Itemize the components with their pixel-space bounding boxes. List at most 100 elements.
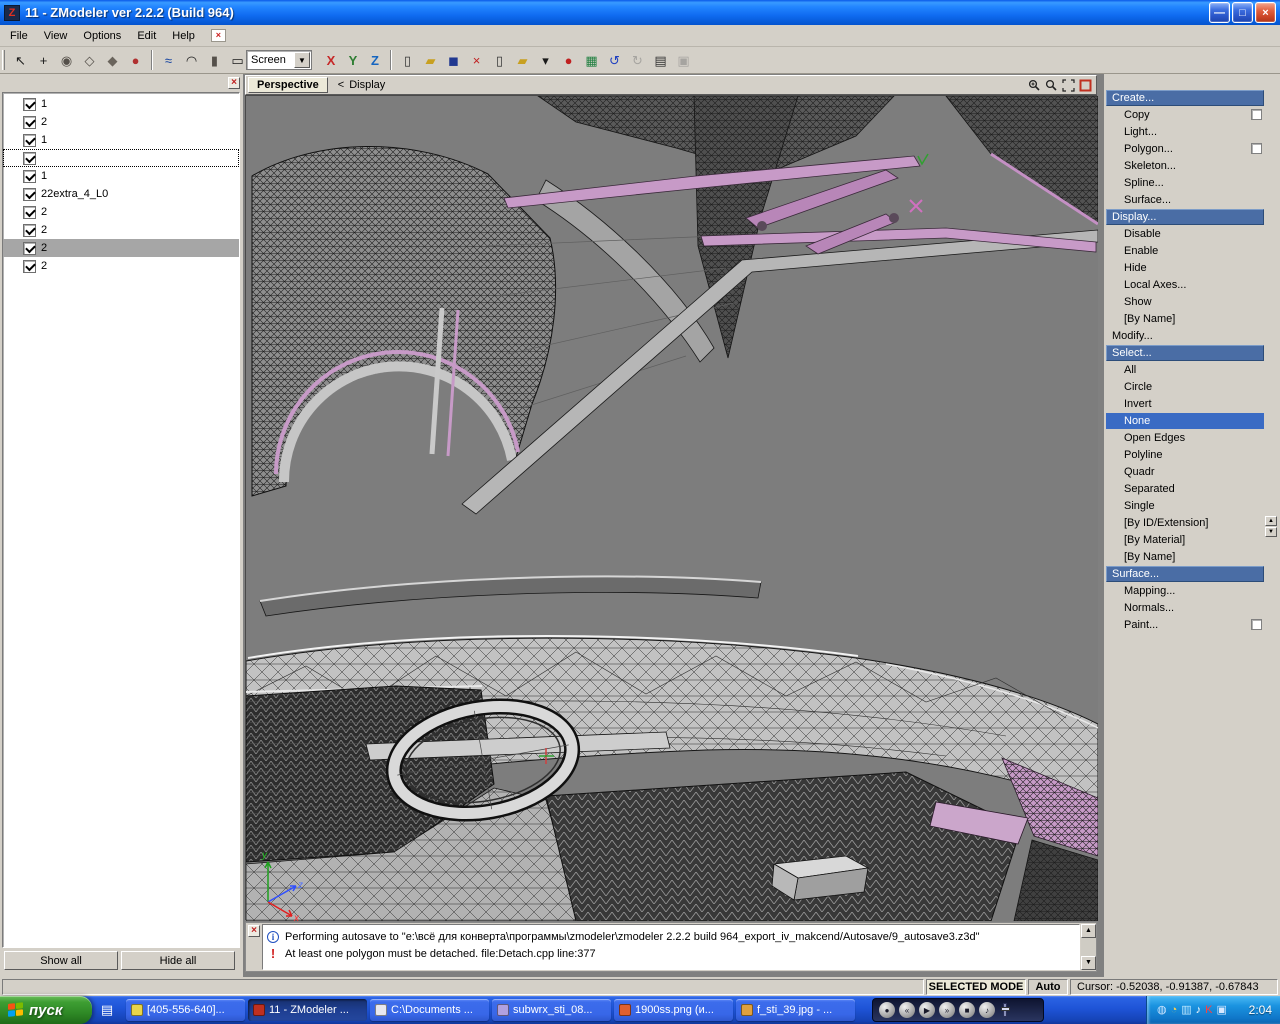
menu-modify[interactable]: Modify... [1106, 328, 1264, 344]
taskbar-button[interactable]: [405-556-640]... [126, 999, 245, 1021]
layer-list-item[interactable]: 2 [3, 257, 239, 275]
volume-slider[interactable] [1001, 1003, 1010, 1017]
layer-visibility-checkbox[interactable] [23, 259, 36, 273]
menu-help[interactable]: Help [164, 28, 203, 44]
layer-list-item[interactable] [3, 149, 239, 167]
joint-tool-icon[interactable]: ◆ [101, 49, 124, 71]
antivirus-tray-icon[interactable]: K [1205, 1004, 1212, 1016]
import-folder-icon[interactable]: ▰ [511, 49, 534, 71]
menu-by-name[interactable]: [By Name] [1106, 311, 1264, 327]
menu-disable[interactable]: Disable [1106, 226, 1264, 242]
titlebar[interactable]: Z 11 - ZModeler ver 2.2.2 (Build 964) — … [0, 0, 1280, 25]
layer-visibility-checkbox[interactable] [23, 223, 36, 237]
menu-by-material[interactable]: [By Material] [1106, 532, 1264, 548]
menu-skeleton[interactable]: Skeleton... [1106, 158, 1264, 174]
maximize-viewport-icon[interactable] [1078, 78, 1093, 93]
menu-edit[interactable]: Edit [129, 28, 164, 44]
save-file-icon[interactable]: ◼ [442, 49, 465, 71]
axis-x-button[interactable]: X [320, 50, 342, 70]
notes-icon[interactable]: ▤ [649, 49, 672, 71]
menu-none[interactable]: None [1106, 413, 1264, 429]
layer-visibility-checkbox[interactable] [23, 169, 36, 183]
layer-list-item[interactable]: 2 [3, 221, 239, 239]
menu-copy[interactable]: Copy [1106, 107, 1264, 123]
polyline-tool-icon[interactable]: ≈ [157, 49, 180, 71]
media-player-tray-icon[interactable]: ◍ [1157, 1004, 1167, 1016]
chevron-down-icon[interactable]: ▼ [294, 52, 310, 68]
move-tool-icon[interactable]: + [32, 49, 55, 71]
menu-circle[interactable]: Circle [1106, 379, 1264, 395]
new-file-icon[interactable]: ▯ [396, 49, 419, 71]
menu-spline[interactable]: Spline... [1106, 175, 1264, 191]
sphere-primitive-icon[interactable]: ● [124, 49, 147, 71]
export-file-icon[interactable]: ▯ [488, 49, 511, 71]
menu-mapping[interactable]: Mapping... [1106, 583, 1264, 599]
menu-separated[interactable]: Separated [1106, 481, 1264, 497]
layer-visibility-checkbox[interactable] [23, 205, 36, 219]
stop-button[interactable]: ■ [959, 1002, 975, 1018]
open-file-icon[interactable]: ▰ [419, 49, 442, 71]
menu-hide[interactable]: Hide [1106, 260, 1264, 276]
fit-view-icon[interactable] [1061, 78, 1076, 93]
menu-show[interactable]: Show [1106, 294, 1264, 310]
layer-visibility-checkbox[interactable] [23, 97, 36, 111]
language-tray-icon[interactable]: ▣ [1217, 1004, 1227, 1016]
volume-button[interactable]: ♪ [979, 1002, 995, 1018]
layer-list-item[interactable]: 1 [3, 167, 239, 185]
message-scrollbar[interactable]: ▲ ▼ [1081, 924, 1096, 970]
layer-visibility-checkbox[interactable] [23, 133, 36, 147]
menu-polygon[interactable]: Polygon... [1106, 141, 1264, 157]
start-button[interactable]: пуск [0, 996, 92, 1024]
scroll-down-icon[interactable]: ▼ [1265, 527, 1277, 537]
menu-by-name[interactable]: [By Name] [1106, 549, 1264, 565]
viewport-canvas[interactable]: y z x [245, 95, 1098, 921]
layer-list-item[interactable]: 2 [3, 203, 239, 221]
layer-list[interactable]: 1 2 1 1 22extra_4_L0 2 2 2 2 [2, 92, 240, 948]
show-all-button[interactable]: Show all [4, 951, 118, 970]
menu-surface[interactable]: Surface... [1106, 566, 1264, 582]
display-menu-button[interactable]: < Display [338, 79, 386, 91]
taskbar-button[interactable]: 1900ss.png (и... [614, 999, 733, 1021]
menu-file[interactable]: File [2, 28, 36, 44]
previous-track-button[interactable]: « [899, 1002, 915, 1018]
menu-normals[interactable]: Normals... [1106, 600, 1264, 616]
menu-options[interactable]: Options [75, 28, 129, 44]
repeat-icon[interactable]: ▣ [672, 49, 695, 71]
menu-view[interactable]: View [36, 28, 76, 44]
menu-create[interactable]: Create... [1106, 90, 1264, 106]
redo-icon[interactable]: ↻ [626, 49, 649, 71]
menu-light[interactable]: Light... [1106, 124, 1264, 140]
menu-polyline[interactable]: Polyline [1106, 447, 1264, 463]
undo-icon[interactable]: ↺ [603, 49, 626, 71]
menu-by-id-extension[interactable]: [By ID/Extension] [1106, 515, 1264, 531]
scheduler-tray-icon[interactable]: ◔ [1171, 1004, 1178, 1016]
toolbar-grip[interactable] [2, 50, 5, 70]
layer-visibility-checkbox[interactable] [23, 115, 36, 129]
axis-z-button[interactable]: Z [364, 50, 386, 70]
arc-tool-icon[interactable]: ◠ [180, 49, 203, 71]
menu-surface[interactable]: Surface... [1106, 192, 1264, 208]
layer-list-item[interactable]: 2 [3, 113, 239, 131]
cylinder-primitive-icon[interactable]: ▮ [203, 49, 226, 71]
layer-list-item[interactable]: 22extra_4_L0 [3, 185, 239, 203]
minimize-button[interactable]: — [1209, 2, 1230, 23]
menu-open-edges[interactable]: Open Edges [1106, 430, 1264, 446]
layer-visibility-checkbox[interactable] [23, 187, 36, 201]
network-tray-icon[interactable]: ▥ [1181, 1004, 1191, 1016]
volume-slider-thumb[interactable] [1001, 1007, 1010, 1011]
import-dropdown-icon[interactable]: ▾ [534, 49, 557, 71]
clock[interactable]: 2:04 [1249, 1003, 1272, 1017]
hide-all-button[interactable]: Hide all [121, 951, 235, 970]
zoom-in-icon[interactable] [1027, 78, 1042, 93]
close-button[interactable]: × [1255, 2, 1276, 23]
panel-close-icon[interactable]: × [228, 77, 240, 89]
menu-item-checkbox[interactable] [1251, 109, 1262, 120]
tab-perspective[interactable]: Perspective [248, 77, 328, 93]
next-track-button[interactable]: » [939, 1002, 955, 1018]
menu-all[interactable]: All [1106, 362, 1264, 378]
taskbar-button[interactable]: 11 - ZModeler ... [248, 999, 367, 1021]
quick-launch-icon[interactable]: ▤ [96, 999, 118, 1021]
menu-display[interactable]: Display... [1106, 209, 1264, 225]
menu-single[interactable]: Single [1106, 498, 1264, 514]
message-close-icon[interactable]: × [248, 925, 260, 937]
